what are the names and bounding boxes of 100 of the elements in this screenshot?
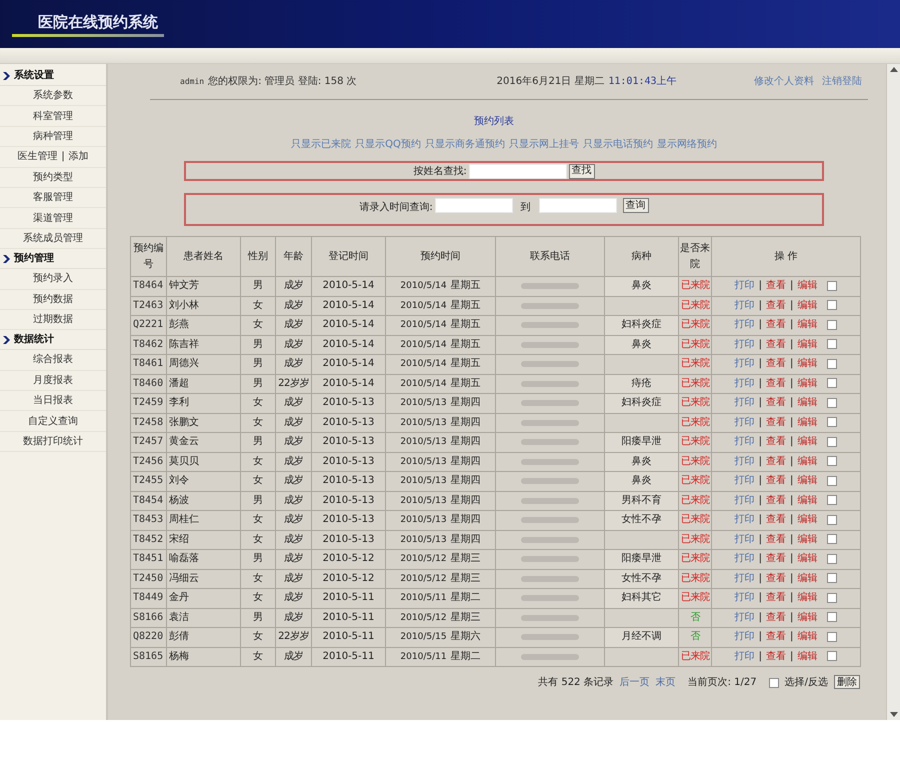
action-link[interactable]: 查看 (766, 650, 786, 663)
action-link[interactable]: 打印 (734, 456, 755, 468)
action-link[interactable]: 查看 (766, 397, 786, 410)
sidebar-item[interactable]: 系统成员管理 (23, 230, 83, 246)
pagination-link[interactable]: 后一页 (620, 674, 650, 690)
name-input-field[interactable] (468, 164, 567, 178)
action-link[interactable]: 打印 (734, 592, 755, 604)
action-link[interactable]: 编辑 (797, 592, 818, 604)
action-link[interactable]: 打印 (734, 612, 755, 624)
action-link[interactable]: 查看 (766, 553, 786, 566)
checkbox[interactable] (827, 554, 838, 564)
action-link[interactable]: 打印 (734, 534, 755, 546)
sidebar-item[interactable]: 客服管理 (33, 190, 73, 206)
checkbox[interactable] (827, 320, 838, 330)
sidebar-item[interactable]: 预约录入 (33, 271, 73, 286)
action-link[interactable]: 编辑 (797, 378, 818, 390)
sidebar-item[interactable]: 预约类型 (33, 170, 73, 185)
sidebar-section-title[interactable]: 系统设置 (14, 68, 54, 83)
action-link[interactable]: 打印 (734, 358, 755, 370)
sidebar-item[interactable]: 数据打印统计 (23, 434, 83, 450)
action-link[interactable]: 编辑 (797, 319, 818, 332)
action-link[interactable]: 打印 (734, 338, 755, 351)
checkbox[interactable] (827, 436, 838, 447)
filter-link[interactable]: 只显示商务通预约 (424, 137, 505, 152)
action-link[interactable]: 打印 (734, 436, 755, 448)
action-link[interactable]: 编辑 (797, 475, 818, 488)
action-link[interactable]: 编辑 (797, 456, 818, 468)
action-link[interactable]: 查看 (766, 280, 786, 292)
action-link[interactable]: 查看 (766, 631, 786, 644)
checkbox[interactable] (827, 417, 838, 428)
start-date-field[interactable] (434, 198, 513, 213)
action-link[interactable]: 查看 (766, 475, 786, 488)
filter-link[interactable]: 只显示QQ预约 (355, 137, 421, 152)
action-link[interactable]: 查看 (766, 612, 786, 624)
action-link[interactable]: 查看 (766, 358, 786, 370)
action-link[interactable]: 打印 (734, 553, 755, 566)
action-link[interactable]: 打印 (734, 319, 755, 332)
action-link[interactable]: 打印 (734, 650, 755, 663)
action-link[interactable]: 编辑 (797, 572, 818, 585)
sidebar-item[interactable]: 自定义查询 (28, 414, 78, 429)
action-link[interactable]: 打印 (734, 631, 755, 644)
action-link[interactable]: 编辑 (797, 358, 818, 370)
action-link[interactable]: 查看 (766, 378, 786, 390)
sidebar-item[interactable]: 过期数据 (33, 312, 73, 328)
checkbox[interactable] (827, 280, 838, 291)
action-link[interactable]: 查看 (766, 592, 786, 604)
sidebar-item[interactable]: 渠道管理 (33, 210, 73, 226)
action-link[interactable]: 查看 (766, 534, 786, 546)
action-link[interactable]: 打印 (734, 397, 755, 410)
end-date-field[interactable] (538, 198, 617, 213)
sidebar-item[interactable]: 科室管理 (33, 108, 73, 124)
sidebar-section-title[interactable]: 预约管理 (14, 251, 54, 266)
action-link[interactable]: 编辑 (797, 338, 818, 351)
action-link[interactable]: 查看 (766, 416, 786, 429)
checkbox[interactable] (827, 495, 838, 506)
checkbox[interactable] (827, 398, 838, 408)
action-link[interactable]: 查看 (766, 456, 786, 468)
sidebar-item[interactable]: 添加 (68, 149, 89, 164)
action-link[interactable]: 查看 (766, 514, 786, 526)
action-link[interactable]: 打印 (734, 300, 755, 312)
delete-button[interactable]: 删除 (834, 675, 860, 689)
action-link[interactable]: 查看 (766, 300, 786, 312)
scroll-down-icon[interactable] (890, 712, 898, 718)
sidebar-item[interactable]: 当日报表 (33, 393, 73, 408)
checkbox[interactable] (827, 476, 838, 486)
action-link[interactable]: 编辑 (797, 650, 818, 663)
action-link[interactable]: 查看 (766, 338, 786, 351)
action-link[interactable]: 编辑 (797, 280, 818, 292)
action-link[interactable]: 编辑 (797, 416, 818, 429)
action-link[interactable]: 打印 (734, 416, 755, 429)
filter-link[interactable]: 显示网络预约 (656, 137, 717, 152)
filter-link[interactable]: 只显示电话预约 (582, 137, 653, 152)
scroll-up-icon[interactable] (890, 66, 898, 72)
checkbox[interactable] (827, 358, 838, 369)
sidebar-item[interactable]: 综合报表 (33, 352, 73, 368)
action-link[interactable]: 编辑 (797, 631, 818, 644)
action-link[interactable]: 打印 (734, 514, 755, 526)
checkbox[interactable] (827, 612, 838, 622)
checkbox[interactable] (827, 378, 838, 388)
sidebar-item[interactable]: 预约数据 (33, 292, 73, 307)
action-link[interactable]: 打印 (734, 475, 755, 488)
header-link[interactable]: 修改个人资料 (754, 74, 814, 89)
action-link[interactable]: 编辑 (797, 300, 818, 312)
action-link[interactable]: 查看 (766, 436, 786, 448)
checkbox[interactable] (827, 573, 838, 584)
checkbox[interactable] (827, 300, 838, 310)
sidebar-item[interactable]: 医生管理 (17, 149, 58, 164)
checkbox[interactable] (827, 456, 838, 466)
action-link[interactable]: 查看 (766, 494, 786, 507)
checkbox[interactable] (827, 534, 838, 544)
action-link[interactable]: 编辑 (797, 514, 818, 526)
action-link[interactable]: 打印 (734, 378, 755, 390)
checkbox[interactable] (827, 632, 838, 642)
checkbox[interactable] (827, 592, 838, 603)
sidebar-item[interactable]: 月度报表 (33, 372, 73, 388)
find-button[interactable]: 查找 (568, 164, 595, 178)
header-link[interactable]: 注销登陆 (822, 74, 862, 89)
query-button[interactable]: 查询 (622, 198, 649, 213)
pagination-link[interactable]: 末页 (656, 674, 676, 690)
sidebar-item[interactable]: 系统参数 (33, 88, 73, 104)
